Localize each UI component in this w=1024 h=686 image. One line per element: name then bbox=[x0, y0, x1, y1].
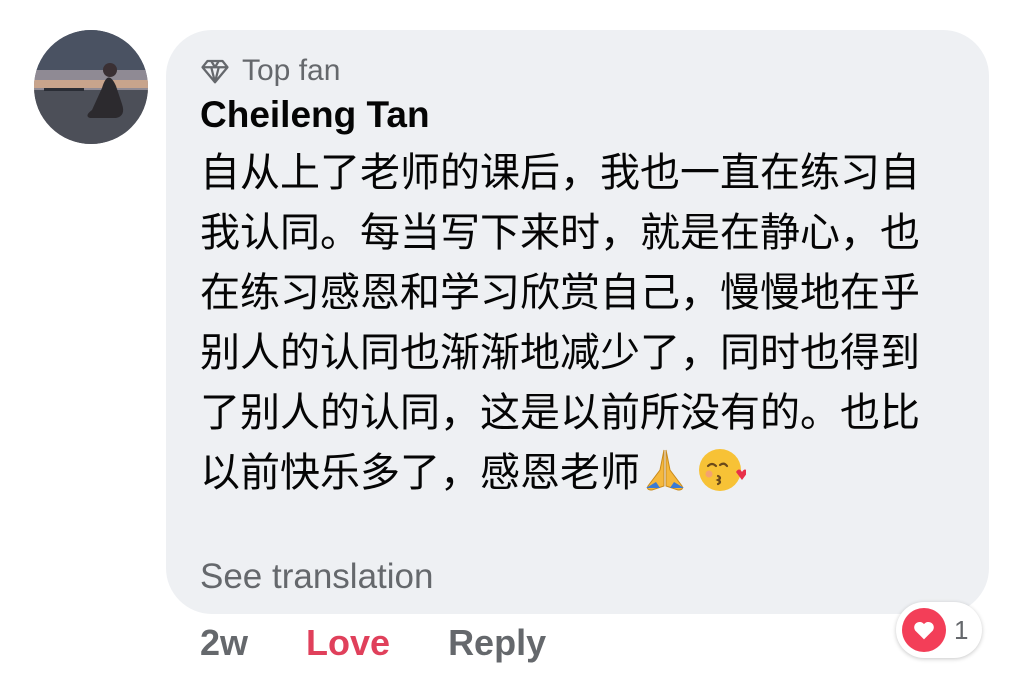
avatar[interactable] bbox=[34, 30, 148, 144]
author-name[interactable]: Cheileng Tan bbox=[200, 94, 430, 136]
timestamp[interactable]: 2w bbox=[200, 622, 248, 664]
reply-button[interactable]: Reply bbox=[448, 622, 546, 664]
see-translation-link[interactable]: See translation bbox=[200, 557, 433, 597]
badge-label: Top fan bbox=[242, 54, 341, 87]
comment-actions: 2w Love Reply bbox=[200, 622, 546, 664]
diamond-icon bbox=[201, 59, 229, 84]
love-button[interactable]: Love bbox=[306, 622, 390, 664]
top-fan-badge: Top fan bbox=[200, 54, 340, 88]
face-blowing-kiss-emoji bbox=[699, 449, 746, 491]
comment-bubble: Top fan Cheileng Tan 自从上了老师的课后，我也一直在练习自我… bbox=[166, 30, 989, 614]
comment-body: 自从上了老师的课后，我也一直在练习自我认同。每当写下来时，就是在静心，也在练习感… bbox=[200, 150, 920, 496]
reaction-count: 1 bbox=[954, 614, 969, 645]
comment-text: 自从上了老师的课后，我也一直在练习自我认同。每当写下来时，就是在静心，也在练习感… bbox=[200, 143, 940, 503]
folded-hands-emoji bbox=[646, 449, 684, 491]
avatar-photo bbox=[34, 30, 148, 144]
reaction-summary[interactable]: 1 bbox=[896, 602, 983, 658]
heart-icon bbox=[902, 608, 946, 652]
